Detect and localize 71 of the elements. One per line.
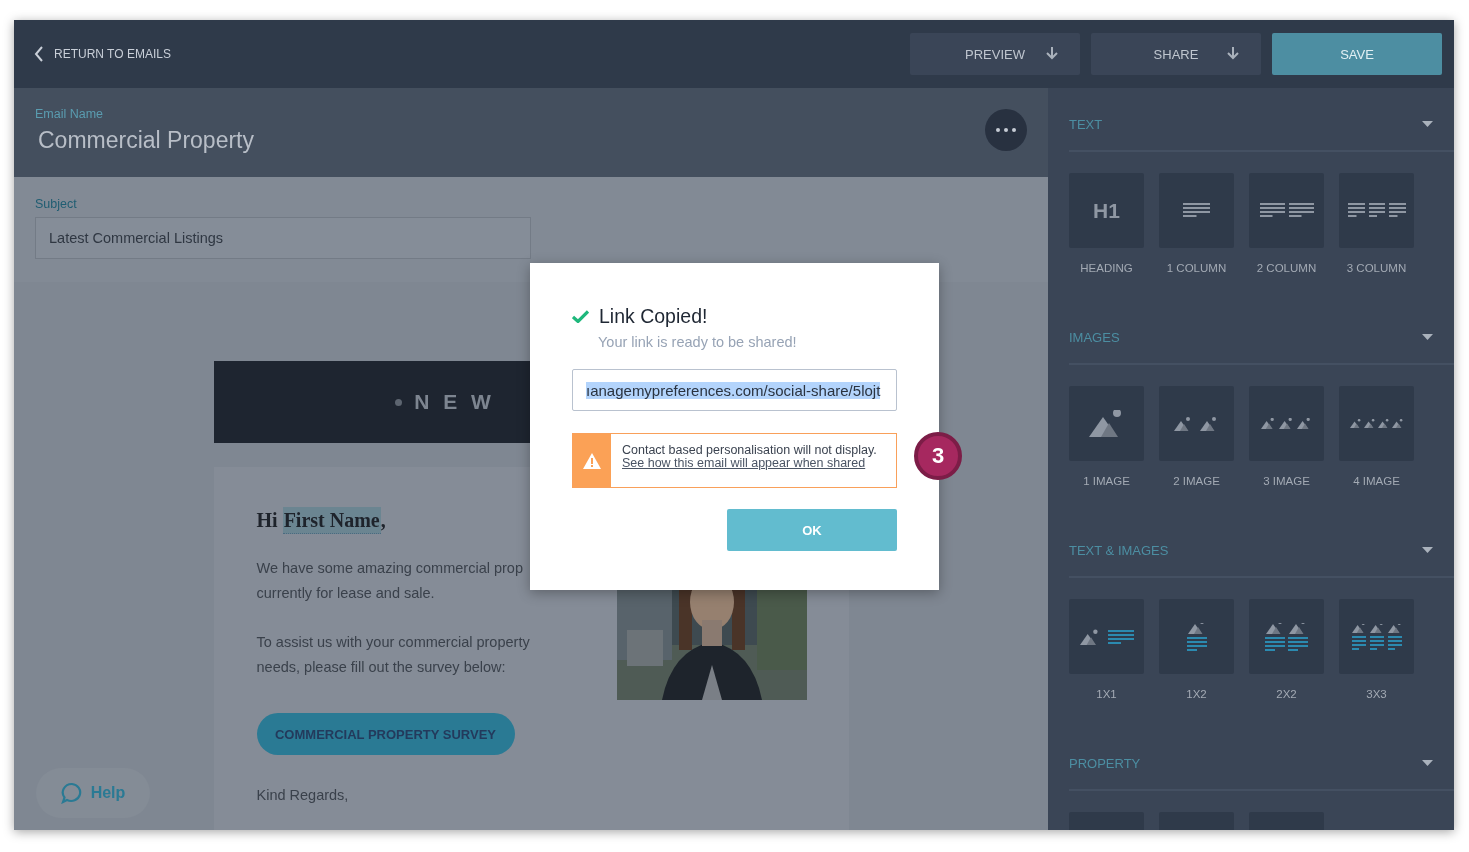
image-text-icon: [1351, 623, 1402, 650]
banner-title: N E W: [414, 390, 495, 414]
caret-down-icon[interactable]: [1422, 121, 1433, 127]
block-tile[interactable]: [1339, 173, 1414, 248]
tile-label: 2X2: [1276, 688, 1297, 700]
arrow-down-icon: [1046, 47, 1058, 60]
block-tile[interactable]: [1339, 386, 1414, 461]
toolbar-button[interactable]: PREVIEW: [910, 33, 1080, 75]
text-lines-icon: [1183, 202, 1210, 219]
warning-icon: [583, 452, 601, 469]
preview-link[interactable]: See how this email will appear when shared: [622, 457, 866, 470]
tile-label: 3 IMAGE: [1263, 475, 1310, 487]
tile-label: 1 COLUMN: [1166, 262, 1227, 274]
tile-label: HEADING: [1080, 262, 1133, 274]
caret-down-icon[interactable]: [1422, 547, 1433, 553]
tile-label: 1 IMAGE: [1083, 475, 1130, 487]
mountains-icon: [1349, 418, 1404, 429]
chat-icon: [60, 782, 83, 804]
block-tile[interactable]: [1249, 599, 1324, 674]
paragraph: To assist us with your commercial property needs, please fill out the survey below:: [256, 633, 531, 677]
warning-text: Contact based personalisation will not display.: [622, 443, 877, 457]
block-tile[interactable]: [1069, 386, 1144, 461]
toolbar-button[interactable]: SHARE: [1091, 33, 1261, 75]
ok-button[interactable]: OK: [727, 509, 897, 551]
field-label: Email Name: [35, 107, 104, 121]
text-columns-icon: [1347, 202, 1406, 219]
block-tile[interactable]: [1159, 173, 1234, 248]
subject-field[interactable]: Latest Commercial Listings: [35, 217, 531, 259]
field-label: Subject: [35, 197, 77, 211]
link-field[interactable]: ıanagemypreferences.com/social-share/5lojt: [572, 369, 897, 411]
image-text-icon: [1186, 622, 1207, 651]
block-tile[interactable]: [1159, 599, 1234, 674]
text-columns-icon: [1259, 202, 1314, 219]
section-title: IMAGES: [1069, 329, 1120, 345]
block-tile[interactable]: [1069, 599, 1144, 674]
more-icon: [996, 128, 1016, 132]
block-tile[interactable]: [1339, 599, 1414, 674]
check-icon: [572, 310, 589, 323]
chevron-left-icon: [34, 46, 44, 62]
back-link[interactable]: RETURN TO EMAILS: [34, 46, 171, 62]
email-name: Commercial Property: [38, 127, 254, 154]
image-text-icon: [1079, 627, 1134, 646]
section-title: PROPERTY: [1069, 755, 1141, 771]
caret-down-icon[interactable]: [1422, 760, 1433, 766]
save-button[interactable]: SAVE: [1272, 33, 1442, 75]
caret-down-icon[interactable]: [1422, 334, 1433, 340]
tile-label: 4 IMAGE: [1353, 475, 1400, 487]
tile-label: 3 COLUMN: [1346, 262, 1407, 274]
tile-label: 2 COLUMN: [1256, 262, 1317, 274]
tile-label: 1X2: [1186, 688, 1207, 700]
tile-label: 2 IMAGE: [1173, 475, 1220, 487]
arrow-down-icon: [1227, 47, 1239, 60]
closing-text: Kind Regards,: [256, 787, 350, 803]
mountains-icon: [1260, 417, 1313, 430]
paragraph: We have some amazing commercial prop currently for lease and sale.: [256, 559, 524, 603]
heading-glyph: H1: [1093, 198, 1120, 223]
survey-button[interactable]: COMMERCIAL PROPERTY SURVEY: [256, 713, 515, 755]
dialog-title: Link Copied!: [599, 305, 708, 328]
tile-label: 1X1: [1096, 688, 1117, 700]
block-tile[interactable]: [1159, 386, 1234, 461]
dialog-subtitle: Your link is ready to be shared!: [598, 334, 798, 350]
dot-icon: [395, 398, 403, 406]
block-tile[interactable]: [1249, 386, 1324, 461]
section-title: TEXT & IMAGES: [1069, 542, 1169, 558]
block-tile[interactable]: H1: [1069, 173, 1144, 248]
step-badge: 3: [914, 432, 962, 480]
more-button[interactable]: [985, 109, 1027, 151]
image-text-icon: [1264, 622, 1309, 651]
section-title: TEXT: [1069, 116, 1103, 132]
tile-label: 3X3: [1366, 688, 1387, 700]
block-tile[interactable]: [1249, 173, 1324, 248]
